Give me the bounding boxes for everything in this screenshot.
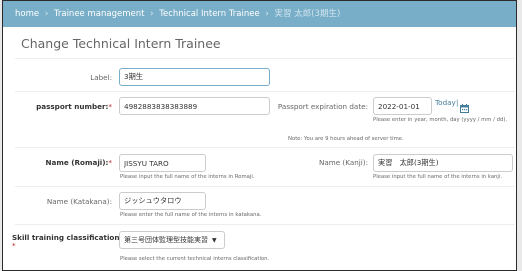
divider: [15, 58, 515, 59]
breadcrumb: home › Trainee management › Technical In…: [3, 1, 516, 27]
name-romaji-help: Please input the full name of the intern…: [120, 174, 255, 180]
name-katakana-help: Please enter the full name of the intern…: [120, 212, 262, 218]
divider: [15, 147, 515, 148]
skill-classification-help: Please select the current technical inte…: [120, 256, 270, 262]
breadcrumb-home-link[interactable]: home: [15, 9, 39, 19]
skill-classification-selected: 第三号団体監理型技能実習: [124, 236, 208, 244]
breadcrumb-technical-intern-trainee-link[interactable]: Technical Intern Trainee: [159, 9, 259, 19]
skill-classification-required: *: [12, 241, 16, 250]
required-mark: *: [108, 102, 112, 111]
required-mark: *: [108, 158, 112, 167]
passport-expiration-label: Passport expiration date:: [277, 102, 368, 111]
dropdown-arrow-icon: ▼: [212, 237, 217, 244]
today-link[interactable]: Today: [435, 98, 456, 107]
breadcrumb-separator: ›: [44, 9, 49, 19]
passport-expiration-help: Please enter in year, month, day (yyyy /…: [373, 117, 508, 123]
name-romaji-label: Name (Romaji):*: [45, 158, 112, 167]
admin-change-form-window: home › Trainee management › Technical In…: [2, 0, 517, 271]
skill-classification-label: Skill training classification:: [12, 233, 122, 242]
name-kanji-help: Please input the full name of the intern…: [373, 174, 503, 180]
link-separator: |: [456, 98, 459, 107]
name-romaji-input[interactable]: [119, 154, 206, 172]
passport-number-label-text: passport number:: [36, 102, 109, 111]
passport-number-label: passport number:*: [36, 102, 112, 111]
divider: [15, 186, 515, 187]
label-field-label: Label:: [90, 73, 112, 82]
skill-classification-select[interactable]: 第三号団体監理型技能実習 ▼: [119, 231, 225, 249]
name-kanji-input[interactable]: [373, 154, 513, 172]
breadcrumb-trainee-management-link[interactable]: Trainee management: [54, 9, 145, 19]
label-input[interactable]: [119, 68, 270, 86]
calendar-icon[interactable]: [460, 98, 469, 117]
name-kanji-label: Name (Kanji):: [318, 158, 368, 167]
passport-expiration-input[interactable]: [373, 97, 432, 115]
timezone-note: Note: You are 9 hours ahead of server ti…: [288, 136, 404, 142]
skill-classification-label-text: Skill training classification:: [12, 233, 123, 242]
required-mark: *: [12, 241, 16, 250]
breadcrumb-current: 実習 太郎(3期生): [274, 9, 341, 19]
name-katakana-input[interactable]: [119, 192, 206, 210]
divider: [15, 91, 515, 92]
passport-number-input[interactable]: [119, 97, 270, 115]
name-katakana-label: Name (Katakana):: [46, 197, 112, 206]
page-title: Change Technical Intern Trainee: [21, 36, 221, 51]
breadcrumb-separator: ›: [265, 9, 269, 19]
name-romaji-label-text: Name (Romaji):: [45, 158, 109, 167]
breadcrumb-separator: ›: [150, 9, 154, 19]
divider: [15, 224, 515, 225]
